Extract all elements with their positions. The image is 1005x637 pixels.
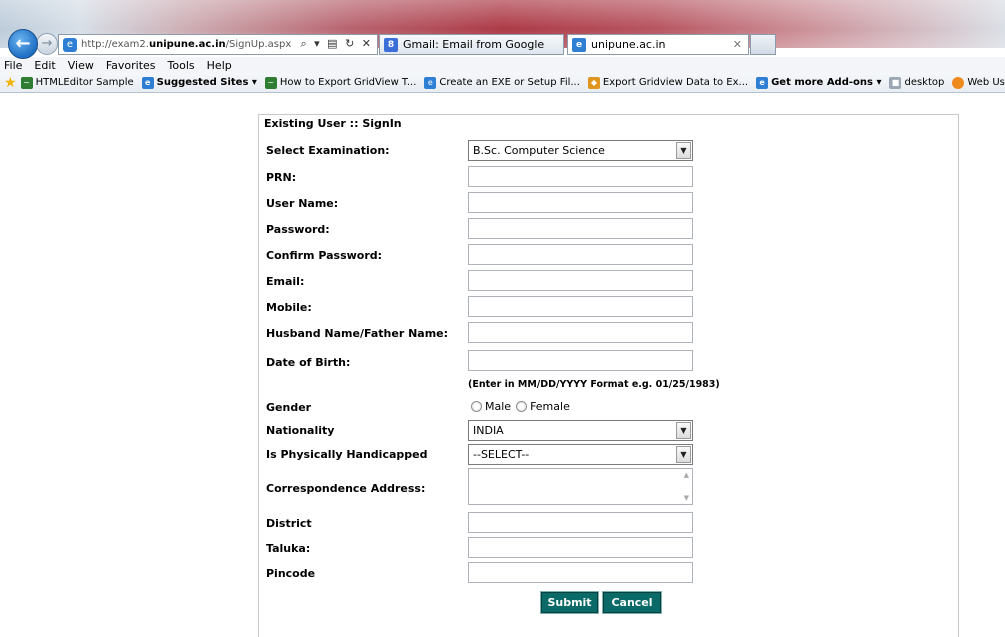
arrow-left-icon: ← <box>15 33 31 54</box>
nationality-select[interactable]: INDIA ▼ <box>468 420 693 441</box>
confirm-password-input[interactable] <box>468 244 693 265</box>
arrow-right-icon: → <box>41 36 53 51</box>
label-confirm-password: Confirm Password: <box>266 249 383 262</box>
tab-gmail[interactable]: 8 Gmail: Email from Google <box>379 34 564 55</box>
exam-select[interactable]: B.Sc. Computer Science ▼ <box>468 140 693 161</box>
gender-male-radio[interactable] <box>471 401 482 412</box>
tab-label: unipune.ac.in <box>591 38 666 51</box>
label-mobile: Mobile: <box>266 301 312 314</box>
label-password: Password: <box>266 223 330 236</box>
folder-icon: ■ <box>889 76 902 89</box>
favorites-bar: ★ ~ HTMLEditor Sample e Suggested Sites ▾ … <box>0 73 1005 93</box>
scroll-up-icon[interactable]: ▲ <box>684 471 689 479</box>
label-husband-father-name: Husband Name/Father Name: <box>266 327 449 340</box>
label-gender: Gender <box>266 401 312 414</box>
scroll-down-icon[interactable]: ▼ <box>684 494 689 502</box>
ie-page-icon: e <box>141 76 154 89</box>
label-pincode: Pincode <box>266 567 316 580</box>
fav-suggested-sites[interactable]: e Suggested Sites ▾ <box>141 76 257 89</box>
label-taluka: Taluka: <box>266 542 311 555</box>
gender-radio-group: Male Female <box>471 400 575 413</box>
handicapped-select[interactable]: --SELECT-- ▼ <box>468 444 693 465</box>
fav-web-user-control[interactable]: Web User Con <box>952 76 1005 89</box>
gender-female-label[interactable]: Female <box>530 400 570 413</box>
gender-male-label[interactable]: Male <box>485 400 511 413</box>
fav-export-gridview[interactable]: ~ How to Export GridView T... <box>264 76 416 89</box>
site-icon: ~ <box>20 76 33 89</box>
chevron-down-icon[interactable]: ▼ <box>676 422 691 439</box>
username-input[interactable] <box>468 192 693 213</box>
menu-edit[interactable]: Edit <box>34 59 55 72</box>
label-date-of-birth: Date of Birth: <box>266 356 351 369</box>
chevron-down-icon[interactable]: ▼ <box>676 446 691 463</box>
google-icon: 8 <box>384 37 398 52</box>
ie-page-icon: e <box>572 37 586 52</box>
ie-page-icon: e <box>63 37 77 52</box>
close-icon[interactable]: ✕ <box>733 38 742 51</box>
menu-bar: File Edit View Favorites Tools Help <box>0 57 1005 73</box>
label-username: User Name: <box>266 197 339 210</box>
new-tab-button[interactable] <box>750 34 776 55</box>
fav-htmleditor[interactable]: ~ HTMLEditor Sample <box>20 76 134 89</box>
fav-desktop[interactable]: ■ desktop <box>889 76 944 89</box>
tab-unipune[interactable]: e unipune.ac.in ✕ <box>567 34 749 55</box>
site-icon: ~ <box>264 76 277 89</box>
prn-input[interactable] <box>468 166 693 187</box>
password-input[interactable] <box>468 218 693 239</box>
fav-get-addons[interactable]: e Get more Add-ons ▾ <box>756 76 881 89</box>
dob-format-hint: (Enter in MM/DD/YYYY Format e.g. 01/25/1… <box>468 379 720 390</box>
correspondence-address-textarea[interactable]: ▲ ▼ <box>468 468 693 505</box>
menu-favorites[interactable]: Favorites <box>106 59 156 72</box>
menu-tools[interactable]: Tools <box>168 59 195 72</box>
mobile-input[interactable] <box>468 296 693 317</box>
ie-page-icon: e <box>756 76 769 89</box>
site-icon: ◆ <box>587 76 600 89</box>
taluka-input[interactable] <box>468 537 693 558</box>
favorites-star-icon[interactable]: ★ <box>4 75 17 91</box>
date-of-birth-input[interactable] <box>468 350 693 371</box>
gender-female-radio[interactable] <box>516 401 528 412</box>
tab-label: Gmail: Email from Google <box>403 38 545 51</box>
email-input[interactable] <box>468 270 693 291</box>
address-tools-icons[interactable]: ⌕ ▾ ▤ ↻ ✕ <box>301 37 374 51</box>
forward-button[interactable]: → <box>36 33 58 55</box>
chevron-down-icon[interactable]: ▼ <box>676 142 691 159</box>
ie-page-icon: e <box>424 76 437 89</box>
district-input[interactable] <box>468 512 693 533</box>
cancel-button[interactable]: Cancel <box>602 591 662 614</box>
form-title: Existing User :: SignIn <box>264 117 402 130</box>
pincode-input[interactable] <box>468 562 693 583</box>
label-exam: Select Examination: <box>266 144 390 157</box>
back-button[interactable]: ← <box>8 29 38 59</box>
site-icon <box>952 76 965 89</box>
menu-view[interactable]: View <box>68 59 94 72</box>
husband-father-name-input[interactable] <box>468 322 693 343</box>
address-bar[interactable]: e http://exam2.unipune.ac.in/SignUp.aspx… <box>58 34 378 55</box>
submit-button[interactable]: Submit <box>540 591 599 614</box>
label-email: Email: <box>266 275 305 288</box>
fav-create-exe[interactable]: e Create an EXE or Setup Fil... <box>424 76 580 89</box>
address-url[interactable]: http://exam2.unipune.ac.in/SignUp.aspx <box>81 39 291 50</box>
label-handicapped: Is Physically Handicapped <box>266 448 428 461</box>
label-nationality: Nationality <box>266 424 335 437</box>
fav-export-data[interactable]: ◆ Export Gridview Data to Ex... <box>587 76 748 89</box>
label-correspondence-address: Correspondence Address: <box>266 482 426 495</box>
label-district: District <box>266 517 312 530</box>
signup-form-panel: Existing User :: SignIn Select Examinati… <box>258 114 959 637</box>
label-prn: PRN: <box>266 171 297 184</box>
menu-file[interactable]: File <box>4 59 22 72</box>
menu-help[interactable]: Help <box>207 59 232 72</box>
